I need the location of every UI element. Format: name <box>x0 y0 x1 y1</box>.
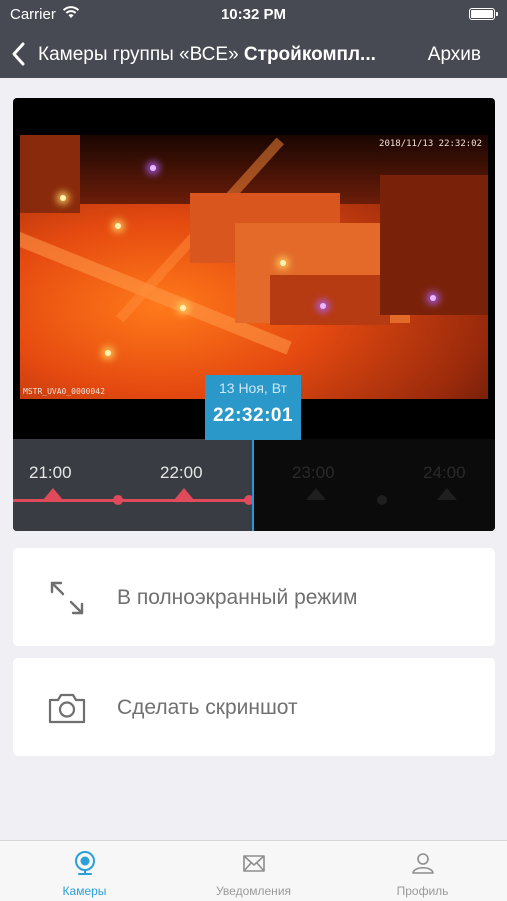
timeline-hour-marker <box>437 488 457 500</box>
page-title-camera: Стройкомпл... <box>243 44 376 65</box>
screenshot-label: Сделать скриншот <box>117 696 298 719</box>
timeline-label: 21:00 <box>29 463 72 482</box>
fullscreen-button[interactable]: В полноэкранный режим <box>13 548 495 646</box>
tab-label: Профиль <box>396 884 449 898</box>
nav-bar: Камеры группы «ВСЕ» Стройкомпл... Архив <box>0 30 507 78</box>
timeline-cursor[interactable] <box>252 439 254 531</box>
tab-profile[interactable]: Профиль <box>338 841 507 901</box>
fullscreen-label: В полноэкранный режим <box>117 586 358 609</box>
camera-id-label: MSTR_UVA0_0000042 <box>23 387 105 396</box>
profile-icon <box>412 853 434 874</box>
timeline-recorded-range <box>13 439 253 531</box>
tab-notifications[interactable]: Уведомления <box>169 841 338 901</box>
envelope-icon <box>243 855 265 872</box>
timeline[interactable]: 21:00 22:00 23:00 24:00 <box>13 439 495 531</box>
timeline-label: 24:00 <box>423 463 466 482</box>
tab-label: Камеры <box>62 884 107 898</box>
chevron-left-icon <box>12 42 25 66</box>
timeline-hour-marker <box>306 488 326 500</box>
timeline-half-marker <box>113 495 123 505</box>
tab-bar: Камеры Уведомления Профиль <box>0 840 507 901</box>
timeline-label: 23:00 <box>292 463 335 482</box>
timeline-half-marker <box>377 495 387 505</box>
tab-cameras[interactable]: Камеры <box>0 841 169 901</box>
tab-label: Уведомления <box>215 884 292 898</box>
current-time-badge: 13 Ноя, Вт 22:32:01 <box>205 375 301 440</box>
back-button[interactable] <box>10 30 26 78</box>
current-time: 22:32:01 <box>212 405 294 426</box>
page-title: Камеры группы «ВСЕ» Стройкомпл... <box>38 44 376 66</box>
battery-icon <box>469 8 498 20</box>
status-time: 10:32 PM <box>220 6 287 23</box>
screenshot-button[interactable]: Сделать скриншот <box>13 658 495 756</box>
video-player[interactable]: 2018/11/13 22:32:02 MSTR_UVA0_0000042 21… <box>13 98 495 531</box>
page-title-prefix: Камеры группы «ВСЕ» <box>38 44 244 65</box>
expand-icon <box>50 581 84 615</box>
archive-button[interactable]: Архив <box>428 44 481 66</box>
timeline-hour-marker <box>174 488 194 500</box>
camera-icon <box>75 851 95 875</box>
camera-icon <box>48 693 86 724</box>
video-timestamp: 2018/11/13 22:32:02 <box>379 139 482 149</box>
camera-video-frame[interactable]: 2018/11/13 22:32:02 MSTR_UVA0_0000042 <box>20 135 488 399</box>
timeline-label: 22:00 <box>160 463 203 482</box>
current-date: 13 Ноя, Вт <box>218 380 287 396</box>
status-bar: Carrier 10:32 PM <box>0 0 507 30</box>
timeline-hour-marker <box>43 488 63 500</box>
